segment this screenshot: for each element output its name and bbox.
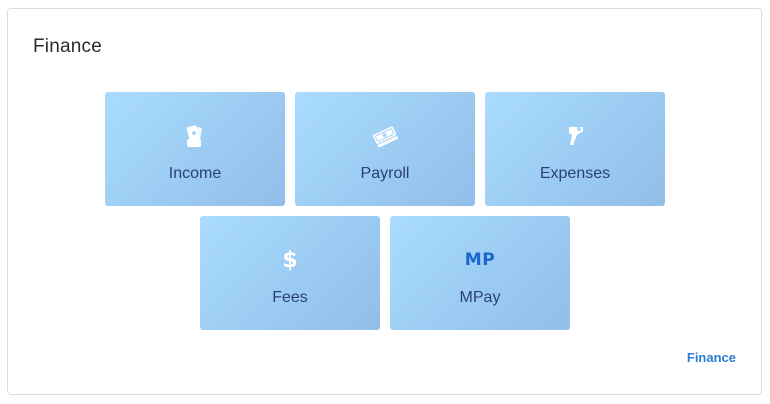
tile-payroll[interactable]: Payroll bbox=[295, 92, 475, 206]
tile-mpay[interactable]: MP MPay bbox=[390, 216, 570, 330]
cash-stack-icon bbox=[295, 122, 475, 150]
tile-label: MPay bbox=[459, 289, 501, 306]
tile-label: Payroll bbox=[360, 165, 410, 182]
finance-link[interactable]: Finance bbox=[687, 350, 736, 365]
tile-fees[interactable]: $ Fees bbox=[200, 216, 380, 330]
tile-income[interactable]: Income bbox=[105, 92, 285, 206]
money-hand-icon bbox=[105, 122, 285, 150]
hand-coin-icon bbox=[485, 122, 665, 150]
tile-label: Income bbox=[168, 165, 222, 182]
tile-label: Fees bbox=[272, 289, 308, 306]
finance-card: Finance Income Payroll Expenses $ Fees M… bbox=[7, 8, 762, 395]
card-title: Finance bbox=[33, 36, 102, 57]
dollar-icon: $ bbox=[282, 247, 298, 273]
mpay-logo-icon: MP bbox=[464, 250, 496, 270]
tile-expenses[interactable]: Expenses bbox=[485, 92, 665, 206]
tile-label: Expenses bbox=[539, 165, 611, 182]
